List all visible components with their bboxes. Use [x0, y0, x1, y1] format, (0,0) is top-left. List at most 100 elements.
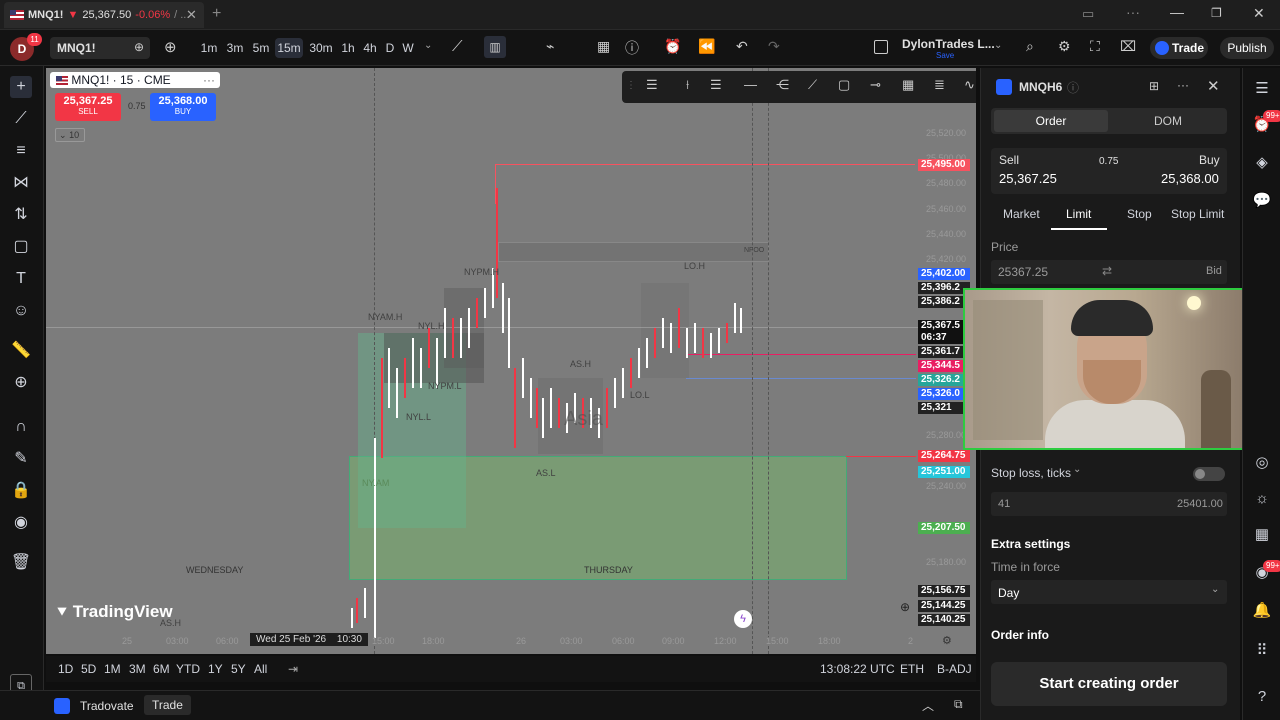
- eye-icon[interactable]: ◉: [10, 512, 32, 534]
- indicators-icon[interactable]: ⌁: [546, 38, 554, 55]
- toolbar-grip-icon[interactable]: ⋮: [626, 80, 636, 91]
- redo-icon[interactable]: ↷: [768, 38, 780, 55]
- trash-icon[interactable]: 🗑: [10, 552, 32, 574]
- tab-close-icon[interactable]: ✕: [186, 7, 197, 23]
- templates-icon[interactable]: ▦: [597, 38, 610, 55]
- buy-button[interactable]: 25,368.00 BUY: [150, 93, 216, 121]
- tif-select[interactable]: [991, 580, 1227, 604]
- tool-trend-icon[interactable]: ⟋: [808, 77, 817, 93]
- range-ytd[interactable]: YTD: [176, 662, 200, 676]
- interval-5m[interactable]: 5m: [250, 38, 272, 58]
- alert-icon[interactable]: ⓘ: [625, 38, 639, 58]
- watchlist-icon[interactable]: ☰: [1251, 78, 1273, 100]
- tool-lines-icon[interactable]: ☰: [710, 77, 722, 93]
- fib-icon[interactable]: ≡: [10, 140, 32, 162]
- shapes-icon[interactable]: ▢: [10, 236, 32, 258]
- stoploss-label[interactable]: Stop loss, ticks: [991, 466, 1071, 480]
- quantity-field[interactable]: ⌄ 10: [55, 128, 85, 142]
- apps-grid-icon[interactable]: ⠿: [1251, 640, 1273, 662]
- order-type-stop[interactable]: Stop: [1127, 207, 1152, 221]
- lock-icon[interactable]: 🔒: [10, 480, 32, 502]
- more-icon[interactable]: ···: [1177, 78, 1189, 92]
- add-alert-plus-icon[interactable]: ⊕: [900, 600, 910, 614]
- interval-1m[interactable]: 1m: [198, 38, 220, 58]
- utc-clock[interactable]: 13:08:22 UTC: [820, 662, 895, 676]
- order-type-limit[interactable]: Limit: [1066, 207, 1091, 221]
- range-6m[interactable]: 6M: [153, 662, 170, 676]
- tool-rect-icon[interactable]: ▢: [838, 77, 850, 93]
- tool-list-icon[interactable]: ☰: [646, 77, 658, 93]
- alert-clock-icon[interactable]: ⏰: [664, 38, 681, 55]
- interval-4h[interactable]: 4h: [360, 38, 380, 58]
- undo-icon[interactable]: ↶: [736, 38, 748, 55]
- tool-ray-icon[interactable]: ⊸: [870, 77, 881, 93]
- close-icon[interactable]: ✕: [1207, 77, 1220, 95]
- order-type-market[interactable]: Market: [1003, 207, 1040, 221]
- account-name[interactable]: DylonTrades L...: [902, 37, 995, 51]
- range-all[interactable]: All: [254, 662, 267, 676]
- browser-tab[interactable]: MNQ1! ▼ 25,367.50 -0.06% / ...: [4, 2, 204, 28]
- range-3m[interactable]: 3M: [129, 662, 146, 676]
- fullscreen-icon[interactable]: ⛶: [1090, 38, 1100, 55]
- order-type-stop-limit[interactable]: Stop Limit: [1171, 207, 1224, 221]
- range-1d[interactable]: 1D: [58, 662, 73, 676]
- minimize-icon[interactable]: —: [1170, 4, 1184, 20]
- broker-name[interactable]: Tradovate: [80, 699, 134, 713]
- trendline-icon[interactable]: ⟋: [10, 108, 32, 130]
- price-swap-icon[interactable]: ⇄: [1102, 264, 1112, 278]
- info-icon[interactable]: ⓘ: [1067, 79, 1079, 96]
- layout-checkbox-icon[interactable]: [874, 40, 888, 54]
- crosshair-icon[interactable]: +: [10, 76, 32, 98]
- start-order-button[interactable]: Start creating order: [991, 662, 1227, 706]
- tool-fib-icon[interactable]: ≣: [934, 77, 945, 93]
- emoji-icon[interactable]: ☺: [10, 300, 32, 322]
- sell-price[interactable]: 25,367.25: [999, 171, 1057, 186]
- tool-vline-icon[interactable]: ⟊: [686, 77, 689, 93]
- interval-d[interactable]: D: [383, 38, 397, 58]
- session-eth[interactable]: ETH: [900, 662, 924, 676]
- compare-icon[interactable]: ⊕: [134, 40, 144, 54]
- pattern-icon[interactable]: ⋈: [10, 172, 32, 194]
- layout-icon[interactable]: ▭: [1082, 6, 1094, 22]
- range-1m[interactable]: 1M: [104, 662, 121, 676]
- chevron-up-icon[interactable]: ︿: [922, 697, 934, 714]
- tool-grid-icon[interactable]: ▦: [902, 77, 914, 93]
- layers-icon[interactable]: ◈: [1251, 152, 1273, 174]
- range-5y[interactable]: 5Y: [231, 662, 246, 676]
- chevron-down-icon[interactable]: ⌄: [1211, 584, 1219, 595]
- trade-button[interactable]: Trade: [1150, 37, 1208, 59]
- text-icon[interactable]: T: [10, 268, 32, 290]
- tool-fork-icon[interactable]: ⋲: [776, 77, 789, 93]
- prediction-icon[interactable]: ⇅: [10, 204, 32, 226]
- range-5d[interactable]: 5D: [81, 662, 96, 676]
- interval-15m[interactable]: 15m: [275, 38, 303, 58]
- new-tab-icon[interactable]: +: [212, 5, 221, 23]
- sell-button[interactable]: 25,367.25 SELL: [55, 93, 121, 121]
- interval-30m[interactable]: 30m: [308, 38, 334, 58]
- line-chart-icon[interactable]: ⟋: [452, 38, 463, 55]
- replay-icon[interactable]: ⏪: [698, 38, 715, 55]
- goto-date-icon[interactable]: ⇥: [288, 662, 298, 676]
- search-icon[interactable]: ⌕: [1026, 38, 1034, 55]
- ruler-icon[interactable]: 📏: [10, 340, 32, 362]
- pencil-lock-icon[interactable]: ✎: [10, 448, 32, 470]
- chevron-down-icon[interactable]: ⌄: [1073, 464, 1081, 475]
- window-close-icon[interactable]: ✕: [1253, 5, 1265, 22]
- chat-icon[interactable]: 💬: [1251, 190, 1273, 212]
- tool-hline-icon[interactable]: —: [744, 77, 757, 92]
- magnet-icon[interactable]: ∩: [10, 416, 32, 438]
- adjustment-badj[interactable]: B-ADJ: [937, 662, 972, 676]
- chart-legend[interactable]: MNQ1! · 15 · CME ···: [50, 72, 220, 88]
- sell-label[interactable]: Sell: [999, 153, 1019, 167]
- chevron-down-icon[interactable]: ⌄: [424, 40, 432, 51]
- trade-tab[interactable]: Trade: [144, 695, 191, 715]
- tab-dom[interactable]: DOM: [1111, 110, 1225, 132]
- camera-icon[interactable]: ⌧: [1120, 38, 1136, 55]
- buy-price[interactable]: 25,368.00: [1161, 171, 1219, 186]
- maximize-icon[interactable]: ❐: [1211, 6, 1222, 20]
- chevron-down-icon[interactable]: ⌄: [994, 40, 1002, 51]
- legend-more-icon[interactable]: ···: [203, 72, 215, 88]
- tab-order[interactable]: Order: [994, 110, 1108, 132]
- axis-settings-icon[interactable]: ⚙: [942, 634, 952, 647]
- chart-pane[interactable]: NYPM.H NYAM.H NYL.H NYPM.L NYL.L NY.AM A…: [46, 68, 976, 654]
